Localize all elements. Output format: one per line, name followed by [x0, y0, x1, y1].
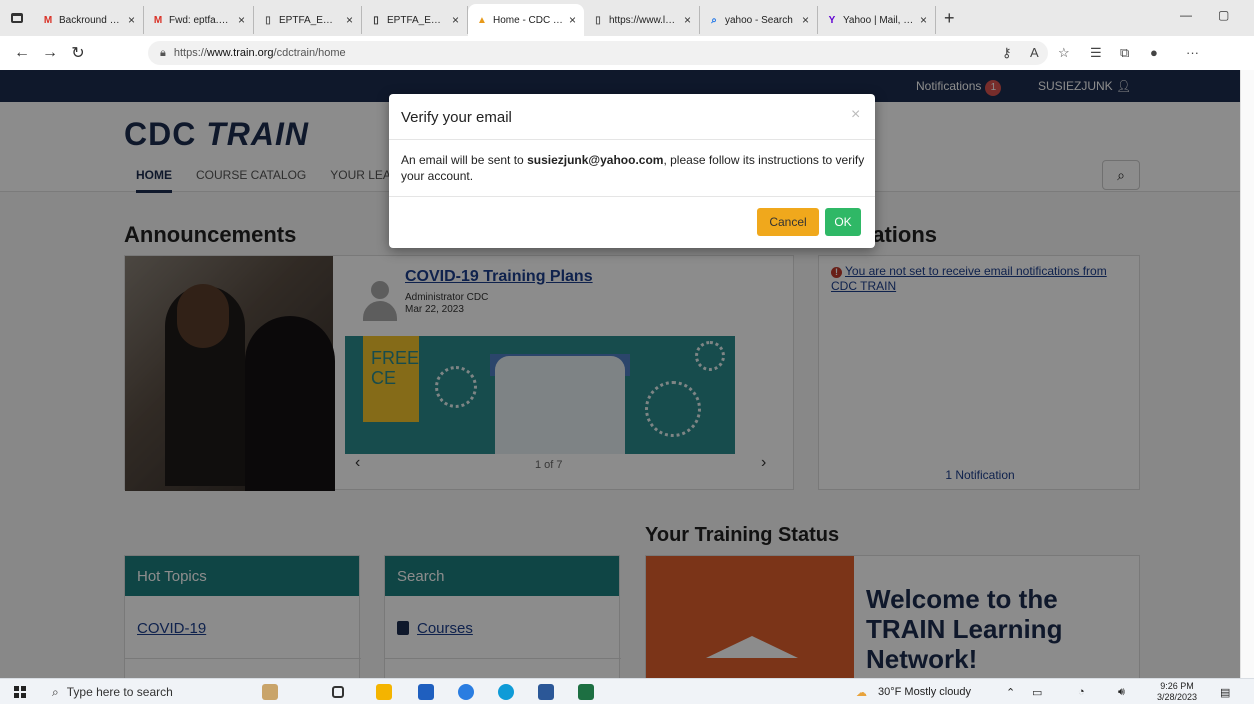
- tab-actions-icon: [11, 13, 23, 23]
- read-aloud-icon[interactable]: A: [1030, 45, 1039, 60]
- ok-button[interactable]: OK: [825, 208, 861, 236]
- train-icon: ▲: [477, 14, 487, 26]
- dialog-message-start: An email will be sent to: [401, 153, 528, 167]
- dialog-footer-divider: [389, 196, 875, 197]
- paint-app-icon[interactable]: [262, 684, 278, 700]
- network-icon[interactable]: ◔: [1078, 686, 1085, 698]
- tab-close-icon[interactable]: ×: [684, 13, 691, 27]
- tab-close-icon[interactable]: ×: [802, 13, 809, 27]
- search-icon: ⌕: [52, 685, 59, 699]
- tab-title: Home - CDC TRAI: [493, 14, 563, 26]
- tab-close-icon[interactable]: ×: [920, 13, 927, 27]
- photos-icon[interactable]: [458, 684, 474, 700]
- document-icon: ▯: [595, 14, 601, 26]
- url-host: www.train.org: [206, 47, 274, 59]
- volume-icon[interactable]: 🔊︎: [1118, 686, 1125, 699]
- lock-icon: 🔒︎: [160, 46, 166, 59]
- tab-title: Fwd: eptfa.org - N: [169, 14, 232, 26]
- search-icon: ⌕: [711, 14, 717, 26]
- clock-time: 9:26 PM: [1160, 681, 1194, 691]
- file-explorer-icon[interactable]: [376, 684, 392, 700]
- taskbar-search-placeholder: Type here to search: [66, 685, 173, 699]
- dialog-title: Verify your email: [389, 94, 875, 140]
- store-icon[interactable]: [418, 684, 434, 700]
- web-page: Notifications 1 SUSIEZJUNK 👤︎ CDC TRAIN H…: [0, 70, 1240, 678]
- word-icon[interactable]: [538, 684, 554, 700]
- profile-avatar-icon[interactable]: ●: [1150, 45, 1158, 60]
- tab-title: Backround screen: [59, 14, 122, 26]
- tab-close-icon[interactable]: ×: [346, 13, 353, 27]
- task-view-icon[interactable]: [332, 686, 344, 698]
- browser-tab[interactable]: Y Yahoo | Mail, Wea ×: [818, 6, 936, 34]
- windows-taskbar: ⌕ Type here to search ☁ 30°F Mostly cloud…: [0, 678, 1254, 704]
- new-tab-icon[interactable]: +: [944, 8, 955, 29]
- url-path: /cdctrain/home: [273, 47, 346, 59]
- browser-tab[interactable]: ▯ https://www.leagu ×: [584, 6, 700, 34]
- document-icon: ▯: [373, 14, 379, 26]
- maximize-icon[interactable]: ▢: [1218, 8, 1229, 22]
- clock-date: 3/28/2023: [1157, 692, 1198, 702]
- taskbar-clock[interactable]: 9:26 PM 3/28/2023: [1157, 681, 1197, 703]
- tab-close-icon[interactable]: ×: [128, 13, 135, 27]
- gmail-icon: M: [153, 14, 163, 26]
- tab-close-icon[interactable]: ×: [452, 13, 459, 27]
- browser-tab[interactable]: ▲ Home - CDC TRAI ×: [468, 4, 584, 36]
- url-field[interactable]: 🔒︎ https://www.train.org/cdctrain/home: [148, 41, 1048, 65]
- tab-close-icon[interactable]: ×: [238, 13, 245, 27]
- edge-browser-icon[interactable]: [498, 684, 514, 700]
- tab-title: https://www.leagu: [609, 14, 678, 26]
- minimize-icon[interactable]: —: [1180, 8, 1192, 22]
- weather-text[interactable]: 30°F Mostly cloudy: [878, 686, 971, 698]
- tab-title: EPTFA_Email.pdf: [279, 14, 340, 26]
- url-prefix: https://: [173, 47, 207, 59]
- favorite-add-icon[interactable]: ☆: [1058, 45, 1070, 61]
- forward-icon[interactable]: →: [36, 44, 64, 62]
- browser-tab[interactable]: M Backround screen ×: [34, 6, 144, 34]
- key-icon[interactable]: ⚷: [1002, 45, 1012, 61]
- dialog-email: susiezjunk@yahoo.com: [527, 153, 664, 167]
- close-icon[interactable]: ×: [851, 106, 860, 124]
- browser-tab[interactable]: M Fwd: eptfa.org - N ×: [144, 6, 254, 34]
- tab-title: EPTFA_Email.pdf: [387, 14, 446, 26]
- tab-actions-button[interactable]: [0, 0, 34, 36]
- page-scrollbar[interactable]: [1240, 70, 1254, 678]
- browser-tab[interactable]: ⌕ yahoo - Search ×: [700, 6, 818, 34]
- favorites-icon[interactable]: ☰: [1090, 45, 1102, 61]
- tab-close-icon[interactable]: ×: [569, 13, 576, 27]
- windows-start-icon[interactable]: [14, 686, 26, 698]
- refresh-icon[interactable]: ↻: [64, 43, 92, 63]
- excel-icon[interactable]: [578, 684, 594, 700]
- cancel-button[interactable]: Cancel: [757, 208, 819, 236]
- browser-tab[interactable]: ▯ EPTFA_Email.pdf ×: [362, 6, 468, 34]
- browser-tab[interactable]: ▯ EPTFA_Email.pdf ×: [254, 6, 362, 34]
- notification-center-icon[interactable]: ▤: [1220, 686, 1230, 699]
- tab-list: M Backround screen × M Fwd: eptfa.org - N × ▯ E…: [34, 0, 936, 36]
- browser-tab-strip: M Backround screen × M Fwd: eptfa.org - N × ▯ E…: [0, 0, 1254, 36]
- taskbar-search[interactable]: ⌕ Type here to search: [52, 685, 173, 700]
- show-hidden-icons-icon[interactable]: ⌃: [1006, 686, 1015, 699]
- yahoo-icon: Y: [828, 14, 836, 26]
- back-icon[interactable]: ←: [8, 44, 36, 62]
- more-options-icon[interactable]: ···: [1186, 45, 1199, 60]
- collections-icon[interactable]: ⧉: [1120, 45, 1129, 61]
- battery-icon[interactable]: ▭: [1032, 686, 1042, 699]
- tab-title: yahoo - Search: [725, 14, 793, 26]
- dialog-message: An email will be sent to susiezjunk@yaho…: [401, 152, 867, 184]
- tab-title: Yahoo | Mail, Wea: [843, 14, 914, 26]
- document-icon: ▯: [265, 14, 271, 26]
- gmail-icon: M: [43, 14, 53, 26]
- weather-icon: ☁: [856, 687, 867, 699]
- verify-email-dialog: Verify your email × An email will be sen…: [389, 94, 875, 248]
